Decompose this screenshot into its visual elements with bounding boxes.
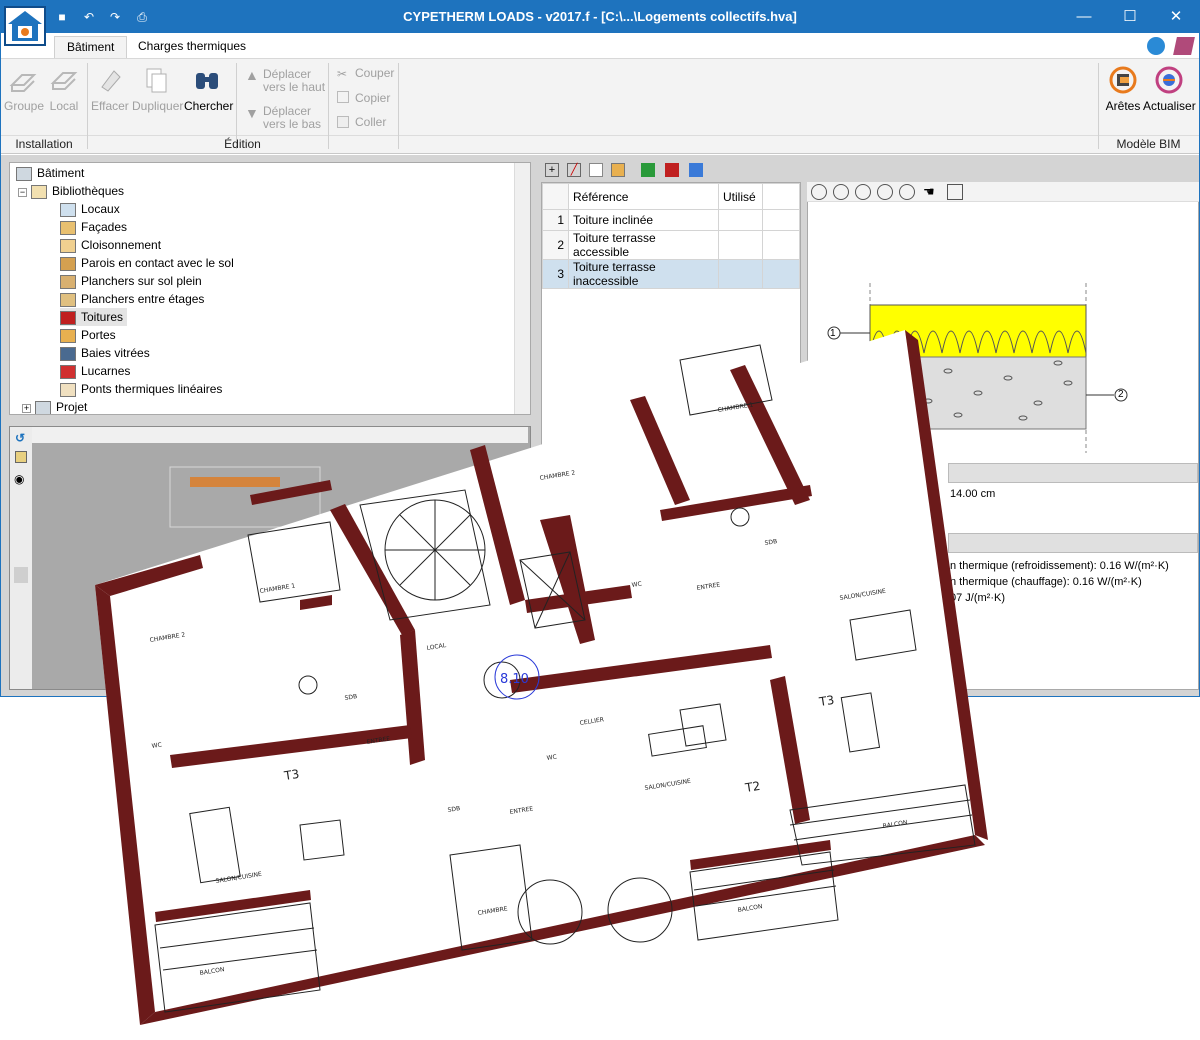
- copy-icon: [337, 91, 349, 103]
- plan-room-label: T3: [817, 693, 835, 709]
- zoom-double-icon[interactable]: [877, 184, 893, 200]
- eraser-icon: [101, 70, 121, 92]
- chercher-button[interactable]: Chercher: [184, 65, 233, 113]
- deplacer-bas-button[interactable]: Déplacer vers le bas: [263, 105, 321, 131]
- edges-bim-icon: [1109, 66, 1137, 94]
- ground-wall-icon: [60, 256, 76, 271]
- tab-charges-thermiques[interactable]: Charges thermiques: [126, 36, 258, 58]
- clear-icon[interactable]: [611, 163, 625, 177]
- library-transfer-icon[interactable]: [689, 163, 703, 177]
- table-row[interactable]: 1 Toiture inclinée: [542, 209, 800, 231]
- room-icon: [50, 72, 78, 90]
- partition-icon: [60, 238, 76, 253]
- rotate-icon[interactable]: ↺: [15, 431, 25, 445]
- zoom-half-icon[interactable]: [855, 184, 871, 200]
- book-icon[interactable]: [1173, 37, 1195, 55]
- tree-libraries[interactable]: − Bibliothèques: [18, 182, 124, 200]
- plan-room-label: T3: [282, 767, 300, 783]
- building-icon: [16, 166, 32, 181]
- tree-item-parois-sol[interactable]: Parois en contact avec le sol: [60, 254, 234, 272]
- export-view-icon[interactable]: [947, 184, 963, 200]
- tree-item-cloisonnement[interactable]: Cloisonnement: [60, 236, 161, 254]
- dupliquer-button[interactable]: Dupliquer: [132, 65, 183, 113]
- view3d-toolbar: [10, 427, 32, 689]
- ribbon: Groupe Local Effacer Dupliquer Chercher …: [1, 58, 1199, 154]
- zoom-all-icon[interactable]: [811, 184, 827, 200]
- maximize-button[interactable]: ☐: [1107, 1, 1153, 33]
- window-title: CYPETHERM LOADS - v2017.f - [C:\...\Loge…: [403, 9, 797, 24]
- print-icon[interactable]: ⎙: [134, 9, 150, 25]
- collapse-icon[interactable]: −: [18, 188, 27, 197]
- copier-button[interactable]: Copier: [355, 92, 390, 105]
- redo-icon[interactable]: ↷: [107, 9, 123, 25]
- save-icon[interactable]: ■: [54, 9, 70, 25]
- tab-batiment[interactable]: Bâtiment: [54, 36, 128, 58]
- col-utilise[interactable]: Utilisé: [718, 183, 763, 210]
- minimize-button[interactable]: —: [1061, 1, 1107, 33]
- cube-icon[interactable]: [15, 451, 27, 463]
- title-bar: ■ ↶ ↷ ⎙ CYPETHERM LOADS - v2017.f - [C:\…: [1, 1, 1199, 33]
- tree-item-locaux[interactable]: Locaux: [60, 200, 120, 218]
- coller-button[interactable]: Coller: [355, 116, 386, 129]
- edit-icon[interactable]: ╱: [567, 163, 581, 177]
- tree-item-planchers-sol[interactable]: Planchers sur sol plein: [60, 272, 202, 290]
- arrow-up-icon: ▲: [245, 67, 259, 83]
- groupe-button[interactable]: Groupe: [4, 65, 44, 113]
- aretes-button[interactable]: Arêtes: [1104, 65, 1142, 113]
- deplacer-haut-button[interactable]: Déplacer vers le haut: [263, 68, 325, 94]
- floor-plan-overlay: CHAMBRE 1 CHAMBRE 2 CHAMBRE 1 CHAMBRE 2 …: [95, 330, 988, 1025]
- scissors-icon: ✂: [337, 67, 348, 81]
- expand-icon[interactable]: +: [22, 404, 31, 413]
- callout-2: 2: [1118, 389, 1124, 400]
- tree-root[interactable]: Bâtiment: [16, 164, 84, 182]
- tree-item-facades[interactable]: Façades: [60, 218, 127, 236]
- close-button[interactable]: ✕: [1153, 1, 1199, 33]
- import-icon[interactable]: [641, 163, 655, 177]
- detail-toolbar: ☚: [807, 182, 1199, 202]
- effacer-button[interactable]: Effacer: [91, 65, 129, 113]
- export-icon[interactable]: [665, 163, 679, 177]
- undo-icon[interactable]: ↶: [81, 9, 97, 25]
- rooms-icon: [60, 202, 76, 217]
- slab-ground-icon: [60, 274, 76, 289]
- library-icon: [31, 184, 47, 199]
- refresh-bim-icon: [1155, 66, 1183, 94]
- project-icon: [35, 400, 51, 414]
- zoom-extents-icon[interactable]: [833, 184, 849, 200]
- table-toolbar: + ╱: [541, 160, 801, 182]
- group-label-bim: Modèle BIM: [1116, 137, 1181, 151]
- table-row[interactable]: 2 Toiture terrasse accessible: [542, 230, 800, 260]
- globe-icon[interactable]: [1147, 37, 1165, 55]
- actualiser-button[interactable]: Actualiser: [1143, 65, 1196, 113]
- couper-button[interactable]: Couper: [355, 67, 394, 80]
- ribbon-tabs: Bâtiment Charges thermiques: [1, 33, 1199, 58]
- zoom-window-icon[interactable]: [899, 184, 915, 200]
- group-icon: [9, 74, 37, 92]
- table-row[interactable]: 3 Toiture terrasse inaccessible: [542, 259, 800, 289]
- add-icon[interactable]: +: [545, 163, 559, 177]
- binoculars-icon: [196, 73, 218, 89]
- duplicate-icon: [146, 68, 167, 93]
- pan-hand-icon[interactable]: ☚: [923, 184, 939, 200]
- local-button[interactable]: Local: [47, 65, 81, 113]
- view3d-vscroll-thumb[interactable]: [14, 567, 28, 583]
- group-label-edition: Édition: [224, 137, 261, 151]
- col-reference[interactable]: Référence: [568, 183, 719, 210]
- eye-icon[interactable]: ◉: [14, 472, 24, 486]
- facade-icon: [60, 220, 76, 235]
- plan-room-label: T2: [743, 779, 761, 795]
- plan-room-label: BALCON: [737, 903, 763, 914]
- plan-level: 8.10: [500, 672, 529, 687]
- arrow-down-icon: ▼: [245, 105, 259, 121]
- group-label-installation: Installation: [15, 137, 73, 151]
- app-logo-icon[interactable]: [4, 6, 46, 46]
- copy-item-icon[interactable]: [589, 163, 603, 177]
- paste-icon: [337, 116, 349, 128]
